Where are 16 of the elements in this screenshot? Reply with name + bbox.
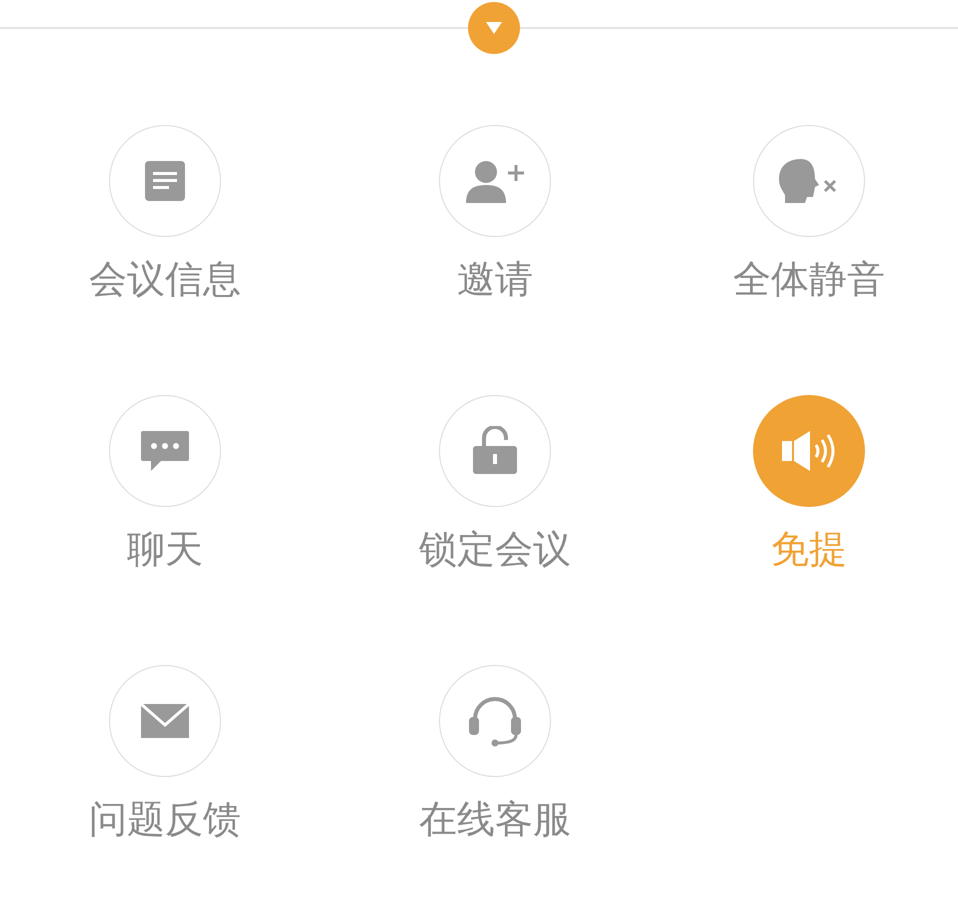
envelope-icon bbox=[140, 703, 190, 739]
option-label: 锁定会议 bbox=[419, 527, 571, 571]
option-label: 聊天 bbox=[127, 527, 203, 571]
add-person-icon bbox=[464, 159, 526, 203]
option-label: 问题反馈 bbox=[89, 797, 241, 841]
option-label: 会议信息 bbox=[89, 257, 241, 301]
caret-icon bbox=[485, 21, 503, 35]
option-label: 邀请 bbox=[457, 257, 533, 301]
lock-icon bbox=[471, 426, 519, 476]
option-label: 在线客服 bbox=[419, 797, 571, 841]
option-label: 全体静音 bbox=[733, 257, 885, 301]
headset-icon bbox=[467, 695, 523, 747]
option-label: 免提 bbox=[771, 527, 847, 571]
document-icon bbox=[143, 159, 187, 203]
collapse-handle[interactable] bbox=[468, 2, 520, 54]
chat-bubble-icon bbox=[139, 429, 191, 473]
